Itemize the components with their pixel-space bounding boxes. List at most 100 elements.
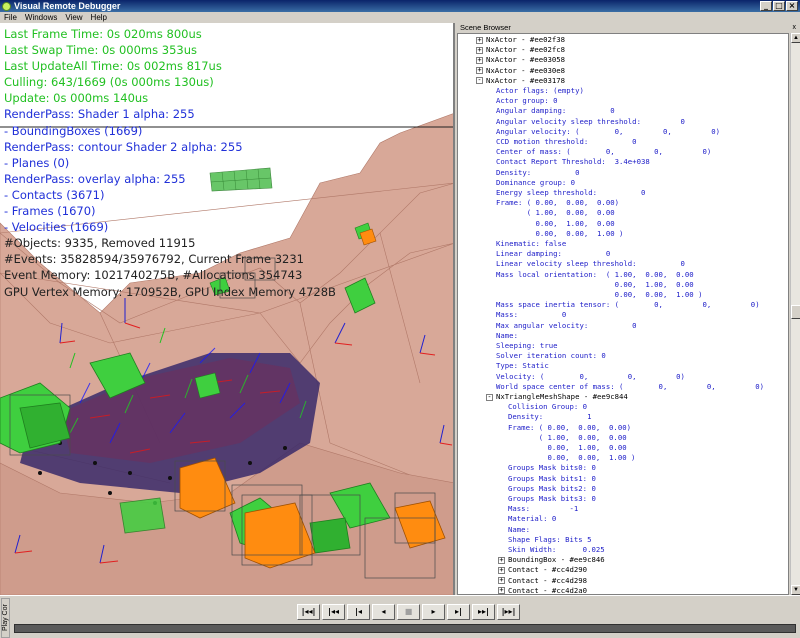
tree-property[interactable]: World space center of mass: ( 0, 0, 0) [496, 382, 764, 392]
maximize-button[interactable]: □ [773, 1, 785, 11]
tree-node[interactable]: + Contact - #cc4d298 [498, 576, 587, 586]
tree-property[interactable]: Groups Mask bits0: 0 [508, 463, 596, 473]
expand-icon[interactable]: + [476, 46, 483, 54]
tree-property[interactable]: Groups Mask bits2: 0 [508, 484, 596, 494]
tree-property[interactable]: Angular velocity: ( 0, 0, 0) [496, 127, 720, 137]
last-frame-button[interactable]: |▸▸| [497, 604, 520, 620]
menu-windows[interactable]: Windows [25, 13, 57, 22]
scroll-thumb[interactable] [791, 305, 800, 319]
tree-property[interactable]: Material: 0 [508, 514, 556, 524]
vertical-scrollbar[interactable]: ▲ ▼ [790, 33, 800, 595]
scroll-up-arrow-icon[interactable]: ▲ [791, 33, 800, 43]
tree-row-label: World space center of mass: ( 0, 0, 0) [496, 381, 764, 391]
title-bar[interactable]: Visual Remote Debugger _ □ × [0, 0, 800, 12]
tree-node[interactable]: + Contact - #cc4d2a0 [498, 586, 587, 594]
minimize-button[interactable]: _ [760, 1, 772, 11]
tree-property[interactable]: Actor group: 0 [496, 96, 558, 106]
tree-node[interactable]: - NxActor - #ee03178 [476, 76, 565, 86]
tree-property[interactable]: Linear damping: 0 [496, 249, 610, 259]
timeline-bar[interactable] [14, 624, 796, 633]
expand-icon[interactable]: + [498, 577, 505, 585]
close-button[interactable]: × [786, 1, 798, 11]
tree-property[interactable]: Max angular velocity: 0 [496, 321, 637, 331]
tree-property[interactable]: 0.00, 0.00, 1.00 ) [496, 290, 703, 300]
tree-row-label: NxActor - #ee03058 [486, 55, 566, 65]
tree-property[interactable]: Density: 1 [508, 412, 591, 422]
fast-forward-button[interactable]: ▸▸| [472, 604, 495, 620]
tree-property[interactable]: Energy sleep threshold: 0 [496, 188, 645, 198]
play-control-tab[interactable]: Play Cor [1, 598, 10, 638]
tree-property[interactable]: CCD motion threshold: 0 [496, 137, 637, 147]
step-back-button[interactable]: |◂ [347, 604, 370, 620]
tree-node[interactable]: + NxActor - #ee03058 [476, 55, 565, 65]
expand-icon[interactable]: + [476, 36, 483, 44]
tree-property[interactable]: Mass space inertia tensor: ( 0, 0, 0) [496, 300, 760, 310]
app-icon [2, 1, 11, 11]
tree-property[interactable]: Name: [496, 331, 518, 341]
tree-node[interactable]: + NxActor - #ee02f38 [476, 35, 565, 45]
tree-property[interactable]: Shape Flags: Bits 5 [508, 535, 591, 545]
tree-property[interactable]: Type: Static [496, 361, 549, 371]
tree-property[interactable]: Collision Group: 0 [508, 402, 587, 412]
tree-property[interactable]: 0.00, 0.00, 1.00 ) [508, 453, 636, 463]
tree-node[interactable]: + BoundingBox - #ee9c846 [498, 555, 605, 565]
panel-close-icon[interactable]: x [793, 23, 800, 32]
menu-file[interactable]: File [4, 13, 17, 22]
tree-property[interactable]: 0.00, 0.00, 1.00 ) [496, 229, 624, 239]
collapse-icon[interactable]: - [476, 77, 483, 85]
tree-property[interactable]: Mass: -1 [508, 504, 578, 514]
tree-row-label: NxActor - #ee02fc8 [486, 45, 566, 55]
tree-property[interactable]: Velocity: ( 0, 0, 0) [496, 372, 685, 382]
tree-property[interactable]: Skin Width: 0.025 [508, 545, 605, 555]
step-forward-button[interactable]: ▸| [447, 604, 470, 620]
tree-property[interactable]: Frame: ( 0.00, 0.00, 0.00) [496, 198, 619, 208]
tree-node[interactable]: + NxActor - #ee02fc8 [476, 45, 565, 55]
expand-icon[interactable]: + [498, 587, 505, 594]
tree-property[interactable]: Sleeping: true [496, 341, 558, 351]
3d-viewport[interactable]: Last Frame Time: 0s 020ms 800us Last Swap… [0, 23, 455, 595]
tree-property[interactable]: Name: [508, 525, 530, 535]
tree-row-label: Shape Flags: Bits 5 [508, 534, 592, 544]
first-frame-button[interactable]: |◂◂| [297, 604, 320, 620]
tree-property[interactable]: Dominance group: 0 [496, 178, 575, 188]
menu-view[interactable]: View [65, 13, 82, 22]
tree-row-label: CCD motion threshold: 0 [496, 137, 637, 146]
tree-property[interactable]: Linear velocity sleep threshold: 0 [496, 259, 685, 269]
tree-property[interactable]: Frame: ( 0.00, 0.00, 0.00) [508, 423, 631, 433]
play-backward-button[interactable]: ◂ [372, 604, 395, 620]
tree-row-label: Groups Mask bits0: 0 [508, 463, 596, 473]
stop-button[interactable]: ■ [397, 604, 420, 620]
tree-property[interactable]: Kinematic: false [496, 239, 566, 249]
tree-node[interactable]: + Contact - #cc4d290 [498, 565, 587, 575]
tree-property[interactable]: 0.00, 1.00, 0.00 [496, 219, 615, 229]
tree-node[interactable]: + NxActor - #ee030e8 [476, 66, 565, 76]
tree-property[interactable]: Groups Mask bits3: 0 [508, 494, 596, 504]
scroll-down-arrow-icon[interactable]: ▼ [791, 585, 800, 595]
tree-property[interactable]: Angular velocity sleep threshold: 0 [496, 117, 685, 127]
tree-property[interactable]: 0.00, 1.00, 0.00 [508, 443, 627, 453]
tree-property[interactable]: 0.00, 1.00, 0.00 [496, 280, 694, 290]
scene-tree[interactable]: + NxActor - #ee02f38 + NxActor - #ee02fc8 + N… [457, 33, 789, 595]
menu-help[interactable]: Help [91, 13, 107, 22]
collapse-icon[interactable]: - [486, 393, 493, 401]
rewind-button[interactable]: |◂◂ [322, 604, 345, 620]
play-button[interactable]: ▸ [422, 604, 445, 620]
expand-icon[interactable]: + [498, 566, 505, 574]
tree-row-label: Velocity: ( 0, 0, 0) [496, 371, 685, 381]
tree-property[interactable]: Mass: 0 [496, 310, 566, 320]
tree-property[interactable]: Density: 0 [496, 168, 579, 178]
expand-icon[interactable]: + [498, 556, 505, 564]
tree-property[interactable]: ( 1.00, 0.00, 0.00 [508, 433, 627, 443]
tree-property[interactable]: Center of mass: ( 0, 0, 0) [496, 147, 711, 157]
expand-icon[interactable]: + [476, 67, 483, 75]
tree-node[interactable]: - NxTriangleMeshShape - #ee9c844 [486, 392, 628, 402]
tree-property[interactable]: Solver iteration count: 0 [496, 351, 606, 361]
tree-row-label: 0.00, 1.00, 0.00 [496, 279, 694, 289]
tree-property[interactable]: Contact Report Threshold: 3.4e+038 [496, 157, 650, 167]
tree-property[interactable]: ( 1.00, 0.00, 0.00 [496, 208, 615, 218]
tree-property[interactable]: Groups Mask bits1: 0 [508, 474, 596, 484]
tree-property[interactable]: Angular damping: 0 [496, 106, 615, 116]
expand-icon[interactable]: + [476, 56, 483, 64]
tree-property[interactable]: Actor flags: (empty) [496, 86, 584, 96]
tree-property[interactable]: Mass local orientation: ( 1.00, 0.00, 0.… [496, 270, 694, 280]
